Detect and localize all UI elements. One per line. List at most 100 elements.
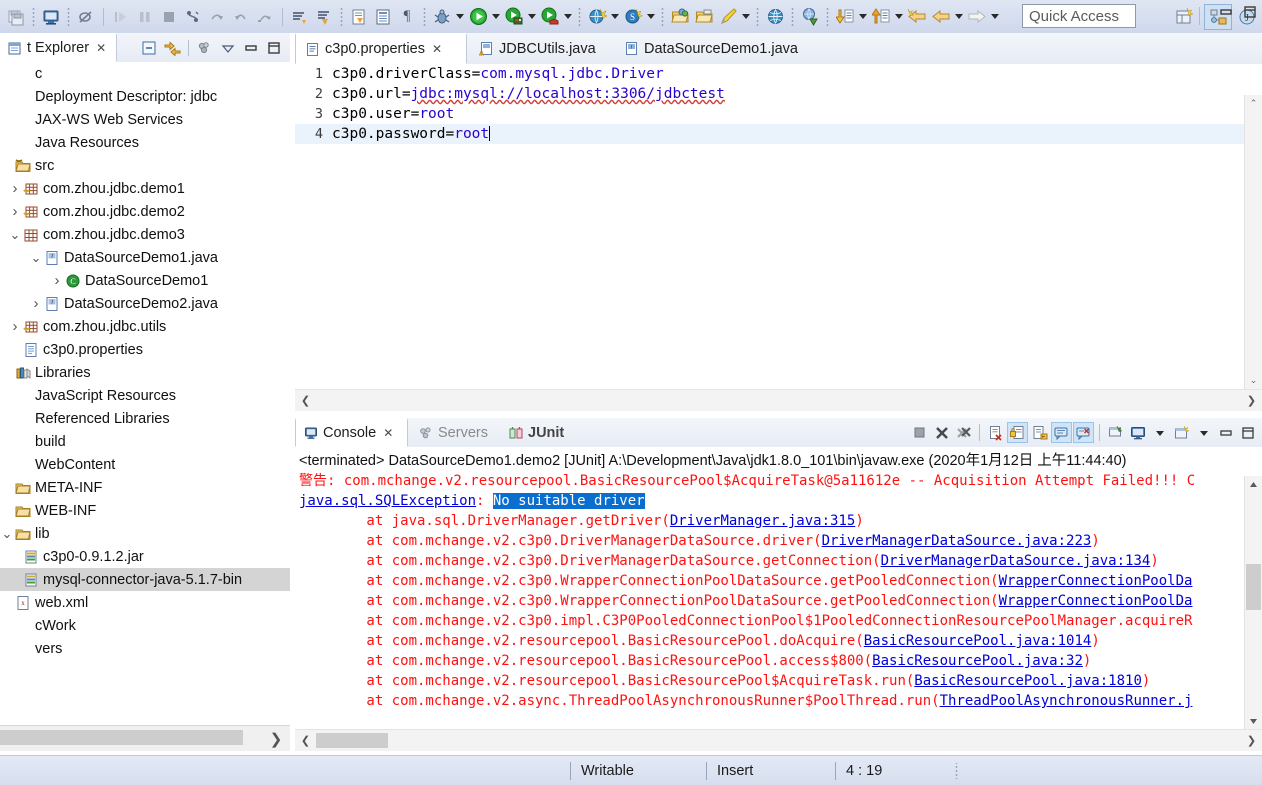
tree-item[interactable]: Referenced Libraries <box>0 407 290 430</box>
expand-arrow-icon[interactable]: ⌄ <box>8 227 22 243</box>
collapse-arrow-icon[interactable]: › <box>8 315 22 338</box>
tab-junit[interactable]: JUnit <box>501 418 581 447</box>
collapse-arrow-icon[interactable]: › <box>8 200 22 223</box>
tree-item[interactable]: META-INF <box>0 476 290 499</box>
tree-item[interactable]: › J DataSourceDemo2.java <box>0 292 290 315</box>
web-browser-icon[interactable] <box>764 6 786 28</box>
stacktrace-link[interactable]: WrapperConnectionPoolDa <box>999 573 1193 589</box>
tree-item[interactable]: vers <box>0 637 290 660</box>
horizontal-splitter[interactable] <box>295 411 1262 418</box>
hscroll-left-arrow[interactable]: ❮ <box>295 390 316 411</box>
tab-jdbcutils-java[interactable]: ! JDBCUtils.java <box>470 33 610 64</box>
debug-icon[interactable] <box>431 6 453 28</box>
maximize-icon[interactable] <box>264 38 284 58</box>
stacktrace-link[interactable]: DriverManager.java:315 <box>670 513 855 529</box>
stacktrace-link[interactable]: DriverManagerDataSource.java:134 <box>881 553 1151 569</box>
console-hscrollbar[interactable]: ❮ ❯ <box>295 729 1262 751</box>
project-tree[interactable]: c Deployment Descriptor: jdbc JAX-WS Web S… <box>0 62 290 726</box>
open-type-icon[interactable] <box>348 6 370 28</box>
stacktrace-link[interactable]: BasicResourcePool.java:1810 <box>914 673 1142 689</box>
edit-dropdown-icon[interactable] <box>740 7 752 27</box>
view-dropdown-icon[interactable] <box>218 38 238 58</box>
stacktrace-link[interactable]: BasicResourcePool.java:32 <box>872 653 1083 669</box>
step-into-icon[interactable] <box>182 6 204 28</box>
prev-annotation-icon[interactable] <box>870 6 892 28</box>
display-console-icon[interactable] <box>1127 422 1148 443</box>
scroll-lock-icon[interactable] <box>1007 422 1028 443</box>
collapse-arrow-icon[interactable]: › <box>8 177 22 200</box>
save-all-icon[interactable] <box>5 6 27 28</box>
close-icon[interactable]: ✕ <box>383 426 393 440</box>
step-over-icon[interactable] <box>206 6 228 28</box>
console-vscroll-thumb[interactable] <box>1246 564 1261 610</box>
display-console-dropdown-icon[interactable] <box>1149 422 1170 443</box>
resume-icon[interactable] <box>110 6 132 28</box>
link-with-editor-icon[interactable] <box>162 38 182 58</box>
scroll-up-arrow[interactable]: ⌃ <box>1245 95 1262 112</box>
expand-arrow-icon[interactable]: ⌄ <box>0 526 14 542</box>
minimize-icon[interactable] <box>1215 422 1236 443</box>
scroll-down-arrow[interactable]: ⌄ <box>1245 372 1262 389</box>
new-console-view-icon[interactable] <box>1171 422 1192 443</box>
tree-item-selected[interactable]: mysql-connector-java-5.1.7-bin <box>0 568 290 591</box>
pin-console-icon[interactable] <box>1051 422 1072 443</box>
display-selected-console-icon[interactable] <box>1073 422 1094 443</box>
new-console-dropdown-icon[interactable] <box>1193 422 1214 443</box>
drop-to-frame-icon[interactable] <box>254 6 276 28</box>
next-annotation-icon[interactable] <box>834 6 856 28</box>
explorer-hscroll-thumb[interactable] <box>0 730 243 745</box>
open-package-icon[interactable] <box>693 6 715 28</box>
step-return-icon[interactable] <box>230 6 252 28</box>
code-line[interactable]: 1 c3p0.driverClass=com.mysql.jdbc.Driver <box>295 64 1244 84</box>
collapse-arrow-icon[interactable]: › <box>50 269 64 292</box>
tree-item[interactable]: › com.zhou.jdbc.demo2 <box>0 200 290 223</box>
open-folder-icon[interactable] <box>669 6 691 28</box>
editor-vscrollbar[interactable]: ⌃ ⌄ <box>1244 95 1262 389</box>
next-annotation-dropdown-icon[interactable] <box>857 7 869 27</box>
tree-item[interactable]: cWork <box>0 614 290 637</box>
stacktrace-link[interactable]: ThreadPoolAsynchronousRunner.j <box>940 693 1193 709</box>
tab-servers[interactable]: Servers <box>411 418 499 447</box>
new-wizard-icon[interactable] <box>586 6 608 28</box>
open-element-icon[interactable] <box>372 6 394 28</box>
forward-icon[interactable] <box>966 6 988 28</box>
prev-annotation-dropdown-icon[interactable] <box>893 7 905 27</box>
console-hscroll-thumb[interactable] <box>316 733 388 748</box>
remove-launch-icon[interactable] <box>931 422 952 443</box>
run-icon[interactable] <box>467 6 489 28</box>
minimize-icon[interactable] <box>1218 4 1234 20</box>
open-task-icon[interactable] <box>313 6 335 28</box>
hscroll-right-arrow[interactable]: ❯ <box>1241 390 1262 411</box>
code-line[interactable]: 2 c3p0.url=jdbc:mysql://localhost:3306/jd… <box>295 84 1244 104</box>
clear-console-icon[interactable] <box>985 422 1006 443</box>
coverage-icon[interactable] <box>539 6 561 28</box>
console-hscroll-right-arrow[interactable]: ❯ <box>1241 730 1262 751</box>
tree-item[interactable]: ⌄ J DataSourceDemo1.java <box>0 246 290 269</box>
edit-icon[interactable] <box>717 6 739 28</box>
close-icon[interactable]: ✕ <box>432 42 442 56</box>
skip-breakpoints-icon[interactable] <box>75 6 97 28</box>
back-history-icon[interactable] <box>906 6 928 28</box>
tree-item[interactable]: x web.xml <box>0 591 290 614</box>
console-view-icon[interactable] <box>40 6 62 28</box>
view-menu-icon[interactable] <box>195 38 215 58</box>
tree-item[interactable]: c3p0-0.9.1.2.jar <box>0 545 290 568</box>
stacktrace-link[interactable]: DriverManagerDataSource.java:223 <box>822 533 1092 549</box>
tree-item[interactable]: WEB-INF <box>0 499 290 522</box>
coverage-dropdown-icon[interactable] <box>562 7 574 27</box>
next-annotation-list-icon[interactable] <box>289 6 311 28</box>
new-wizard-dropdown-icon[interactable] <box>609 7 621 27</box>
forward-dropdown-icon[interactable] <box>989 7 1001 27</box>
code-line[interactable]: 4 c3p0.password=root <box>295 124 1244 144</box>
terminate-icon[interactable] <box>909 422 930 443</box>
code-text-area[interactable]: 1 c3p0.driverClass=com.mysql.jdbc.Driver 2… <box>295 64 1244 389</box>
code-line[interactable]: 3 c3p0.user=root <box>295 104 1244 124</box>
show-whitespace-icon[interactable]: ¶ <box>396 6 418 28</box>
maximize-icon[interactable] <box>1242 4 1258 20</box>
editor-hscrollbar[interactable]: ❮ ❯ <box>295 389 1262 411</box>
debug-dropdown-icon[interactable] <box>454 7 466 27</box>
console-scroll-up-arrow[interactable] <box>1245 476 1262 493</box>
tab-console[interactable]: Console ✕ <box>295 418 408 447</box>
open-console-icon[interactable] <box>1105 422 1126 443</box>
tab-datasourcedemo1-java[interactable]: J DataSourceDemo1.java <box>615 33 815 64</box>
